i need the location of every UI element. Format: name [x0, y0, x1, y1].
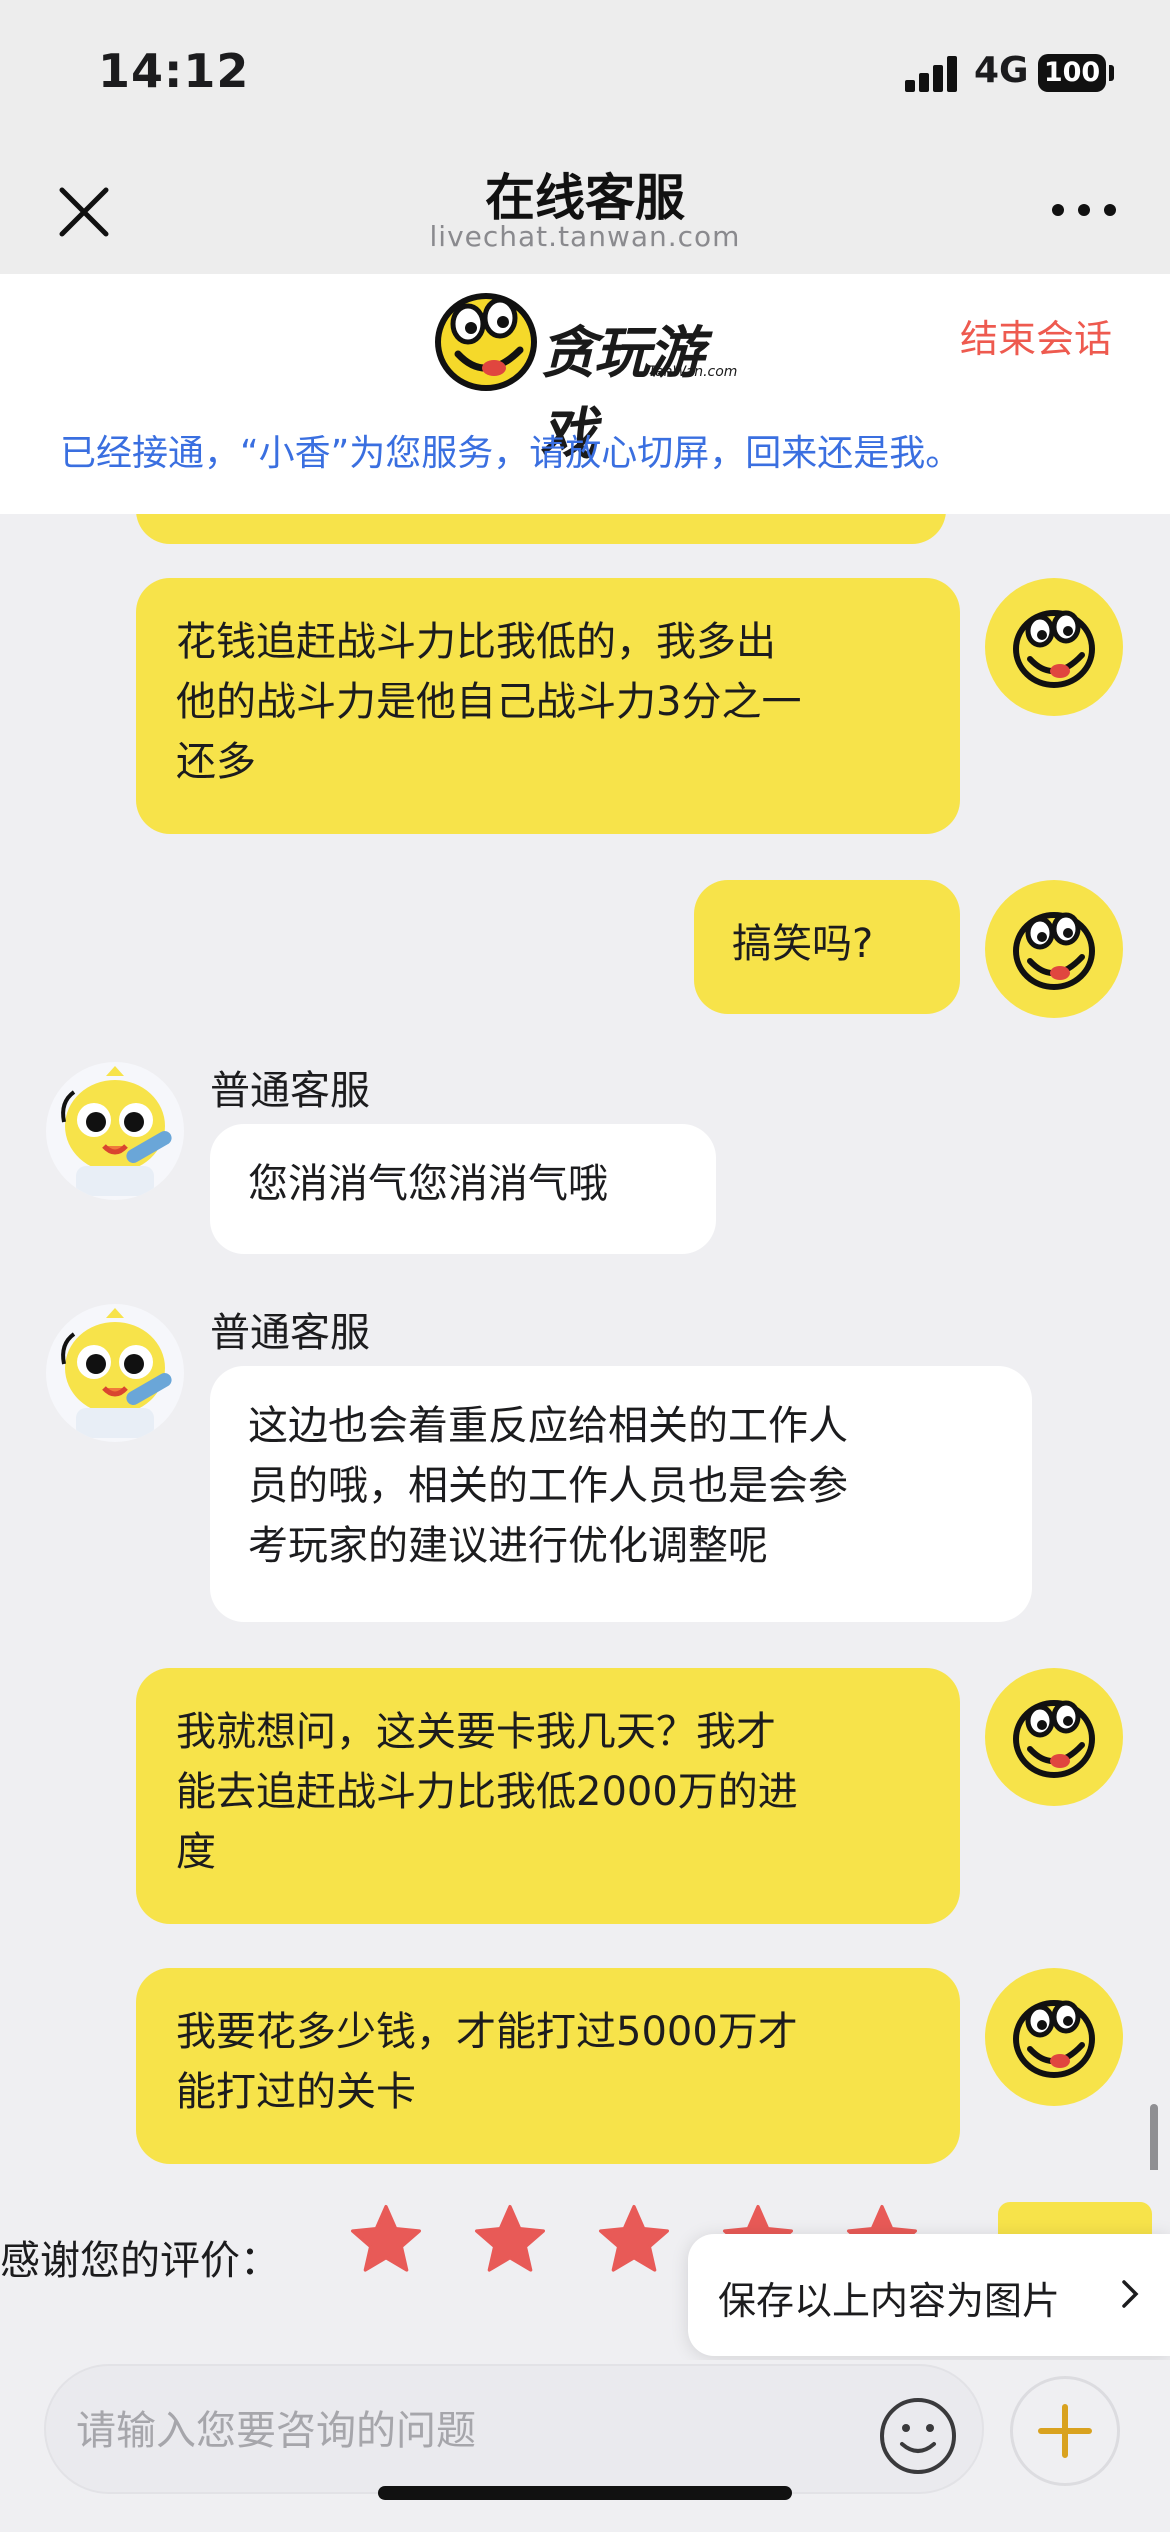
user-avatar[interactable] [985, 880, 1123, 1018]
scrollbar[interactable] [1150, 2104, 1158, 2170]
message-line: 我要花多少钱，才能打过5000万才 [176, 2009, 798, 2055]
status-time: 14:12 [98, 44, 250, 98]
user-message-bubble: 我就想问，这关要卡我几天？我才 能去追赶战斗力比我低2000万的进 度 [136, 1668, 960, 1924]
rating-label: 感谢您的评价： [0, 2238, 280, 2284]
message-line: 这边也会着重反应给相关的工作人 [248, 1403, 848, 1449]
status-bar: 14:12 4G 100 [0, 0, 1170, 140]
page-url: livechat.tanwan.com [429, 220, 741, 253]
connection-notice: 已经接通，“小香”为您服务，请放心切屏，回来还是我。 [60, 433, 962, 474]
nav-bar: 在线客服 livechat.tanwan.com [0, 140, 1170, 274]
message-line: 您消消气您消消气哦 [248, 1161, 608, 1207]
rating-bar: 感谢您的评价： 保存以上内容为图片 [0, 2170, 1170, 2360]
plus-icon[interactable] [1010, 2376, 1120, 2486]
user-message-bubble: 我要花多少钱，才能打过5000万才 能打过的关卡 [136, 1968, 960, 2164]
save-as-image-popup[interactable]: 保存以上内容为图片 [688, 2234, 1170, 2356]
message-bubble-partial [136, 514, 946, 544]
message-line: 还多 [176, 739, 256, 785]
message-line: 他的战斗力是他自己战斗力3分之一 [176, 679, 802, 725]
chevron-right-icon [1110, 2274, 1150, 2314]
message-line: 能去追赶战斗力比我低2000万的进 [176, 1769, 798, 1815]
tanwan-logo: 贪玩游戏 TanWan.com [428, 280, 748, 467]
smiley-icon[interactable] [876, 2394, 960, 2478]
user-avatar[interactable] [985, 1968, 1123, 2106]
star-icon[interactable] [470, 2200, 550, 2280]
message-line: 考玩家的建议进行优化调整呢 [248, 1523, 768, 1569]
home-indicator [378, 2486, 792, 2500]
message-input[interactable] [76, 2396, 856, 2466]
brand-header: 贪玩游戏 TanWan.com 结束会话 已经接通，“小香”为您服务，请放心切屏… [0, 274, 1170, 514]
save-as-image-label: 保存以上内容为图片 [718, 2279, 1061, 2323]
message-line: 能打过的关卡 [176, 2069, 416, 2115]
agent-message-bubble: 这边也会着重反应给相关的工作人 员的哦，相关的工作人员也是会参 考玩家的建议进行… [210, 1366, 1032, 1622]
star-icon[interactable] [346, 2200, 426, 2280]
agent-name: 普通客服 [210, 1310, 370, 1356]
logo-subtext: TanWan.com [648, 364, 738, 380]
message-line: 花钱追赶战斗力比我低的，我多出 [176, 619, 776, 665]
star-icon[interactable] [594, 2200, 674, 2280]
message-line: 搞笑吗? [732, 921, 874, 967]
signal-icon [905, 56, 959, 92]
message-line: 度 [176, 1829, 216, 1875]
message-input-wrapper [44, 2364, 984, 2494]
agent-name: 普通客服 [210, 1068, 370, 1114]
message-line: 我就想问，这关要卡我几天？我才 [176, 1709, 776, 1755]
user-avatar[interactable] [985, 578, 1123, 716]
end-chat-button[interactable]: 结束会话 [960, 308, 1112, 363]
battery-tip [1109, 65, 1114, 81]
agent-avatar[interactable] [46, 1062, 184, 1200]
message-line: 员的哦，相关的工作人员也是会参 [248, 1463, 848, 1509]
network-type: 4G [974, 50, 1029, 91]
user-message-bubble: 花钱追赶战斗力比我低的，我多出 他的战斗力是他自己战斗力3分之一 还多 [136, 578, 960, 834]
battery-icon: 100 [1038, 54, 1106, 92]
more-icon[interactable] [1052, 198, 1116, 222]
agent-message-bubble: 您消消气您消消气哦 [210, 1124, 716, 1254]
agent-avatar[interactable] [46, 1304, 184, 1442]
user-avatar[interactable] [985, 1668, 1123, 1806]
chat-area[interactable]: 花钱追赶战斗力比我低的，我多出 他的战斗力是他自己战斗力3分之一 还多 搞笑吗?… [0, 514, 1170, 2170]
input-bar [0, 2360, 1170, 2532]
user-message-bubble: 搞笑吗? [694, 880, 960, 1014]
